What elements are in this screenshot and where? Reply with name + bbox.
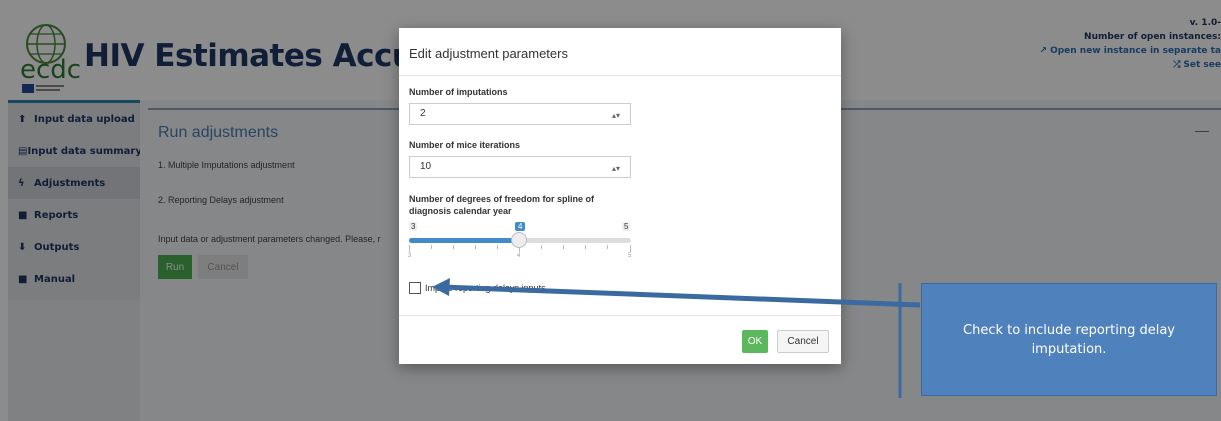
- dialog-footer-divider: [399, 315, 841, 316]
- slider-tick: [630, 245, 631, 252]
- dialog-title: Edit adjustment parameters: [409, 46, 568, 61]
- slider-tick-label: 3: [408, 253, 412, 259]
- impute-rd-checkbox[interactable]: [409, 282, 421, 294]
- cancel-button[interactable]: Cancel: [777, 330, 829, 353]
- mice-iterations-value: 10: [420, 161, 432, 172]
- slider-value-label: 4: [515, 222, 526, 231]
- slider-tick: [541, 245, 542, 249]
- dof-label-2: diagnosis calendar year: [409, 206, 512, 216]
- edit-parameters-dialog: Edit adjustment parameters Number of imp…: [399, 28, 841, 364]
- slider-min-label: 3: [409, 222, 418, 231]
- dof-slider[interactable]: 3 4 5 3 4 5: [408, 222, 632, 262]
- annotation-text: Check to include reporting delay imputat…: [963, 322, 1175, 357]
- slider-tick: [409, 245, 410, 252]
- slider-tick: [607, 245, 608, 249]
- dof-label-line2: diagnosis calendar year: [409, 206, 512, 216]
- dof-label-line1: Number of degrees of freedom for spline …: [409, 194, 595, 204]
- impute-rd-checkbox-row[interactable]: Impute reporting delays inputs: [409, 282, 546, 294]
- mice-iterations-input[interactable]: 10 ▴▾: [409, 156, 631, 178]
- imputations-label: Number of imputations: [409, 87, 508, 97]
- slider-tick: [585, 245, 586, 249]
- slider-tick-label: 4: [517, 253, 521, 259]
- annotation-callout: Check to include reporting delay imputat…: [921, 283, 1217, 396]
- slider-tick: [475, 245, 476, 249]
- spinner-icon[interactable]: ▴▾: [612, 159, 620, 179]
- slider-max-label: 5: [622, 222, 631, 231]
- imputations-input[interactable]: 2 ▴▾: [409, 103, 631, 125]
- spinner-icon[interactable]: ▴▾: [612, 106, 620, 126]
- slider-tick: [497, 245, 498, 249]
- slider-tick: [563, 245, 564, 249]
- slider-fill: [409, 238, 519, 243]
- imputations-value: 2: [420, 108, 426, 119]
- slider-tick-label: 5: [628, 253, 632, 259]
- slider-tick: [431, 245, 432, 249]
- slider-tick: [453, 245, 454, 249]
- ok-button[interactable]: OK: [742, 330, 768, 353]
- dof-label: Number of degrees of freedom for spline …: [409, 194, 594, 204]
- slider-handle[interactable]: [511, 232, 527, 248]
- mice-iterations-label: Number of mice iterations: [409, 140, 521, 150]
- impute-rd-checkbox-label: Impute reporting delays inputs: [425, 283, 546, 293]
- dialog-header-divider: [399, 75, 841, 76]
